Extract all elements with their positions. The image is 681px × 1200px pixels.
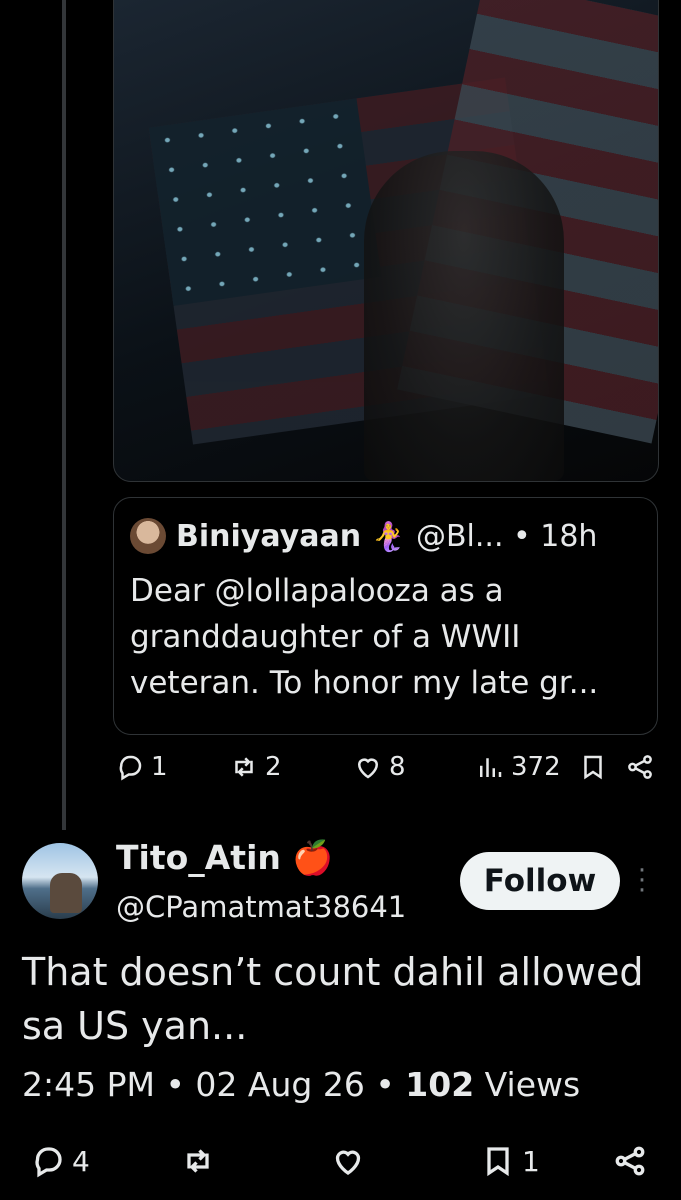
repost-icon <box>235 757 253 777</box>
reply-count: 4 <box>72 1144 90 1178</box>
bookmark-button[interactable]: 1 <box>480 1143 540 1179</box>
avatar[interactable] <box>130 518 166 554</box>
tweet-action-bar: 1 2 8 372 <box>113 752 658 796</box>
heart-icon <box>335 1150 361 1175</box>
tweet-time[interactable]: 2:45 PM <box>22 1065 155 1104</box>
share-button[interactable] <box>625 752 655 782</box>
repost-icon <box>187 1149 209 1173</box>
tweet-views-label: Views <box>484 1065 581 1104</box>
share-button[interactable] <box>612 1143 648 1179</box>
bookmark-icon <box>584 755 602 780</box>
tweet-views-count: 102 <box>405 1065 475 1104</box>
reply-author-name[interactable]: Tito_Atin 🍎 <box>116 838 333 878</box>
quoted-tweet-text: Dear @lollapalooza as a granddaughter of… <box>130 573 599 701</box>
repost-button[interactable]: 2 <box>229 752 282 782</box>
views-icon <box>480 758 502 777</box>
like-count: 8 <box>389 752 406 782</box>
share-icon <box>628 755 652 779</box>
quoted-author-name[interactable]: Biniyayaan <box>176 519 361 554</box>
quoted-tweet-header: Biniyayaan 🧜‍♀️ @Bl... • 18h <box>130 518 597 554</box>
heart-icon <box>357 758 379 779</box>
reply-icon <box>119 755 142 781</box>
reply-button[interactable]: 1 <box>115 752 168 782</box>
reply-count: 1 <box>151 752 168 782</box>
reply-author-name-text[interactable]: Tito_Atin <box>116 838 281 877</box>
quoted-tweet[interactable]: Biniyayaan 🧜‍♀️ @Bl... • 18h Dear @lolla… <box>113 497 658 735</box>
views-count: 372 <box>511 752 561 782</box>
reply-text: That doesn’t count dahil allowed sa US y… <box>22 950 644 1048</box>
tweet-metadata: 2:45 PM • 02 Aug 26 • 102 Views <box>22 1065 581 1104</box>
tweet-media-image[interactable] <box>113 0 659 482</box>
like-button[interactable] <box>330 1143 366 1179</box>
reply-button[interactable]: 4 <box>30 1143 90 1179</box>
bookmark-count: 1 <box>522 1144 540 1178</box>
apple-emoji: 🍎 <box>292 838 334 877</box>
more-options-icon[interactable]: · · · <box>634 858 650 904</box>
person-silhouette <box>364 151 564 481</box>
follow-button[interactable]: Follow <box>460 852 620 910</box>
quoted-author-handle-time: @Bl... • 18h <box>415 518 598 554</box>
thread-line <box>62 0 66 830</box>
repost-button[interactable] <box>180 1143 216 1179</box>
tweet-date[interactable]: 02 Aug 26 <box>195 1065 364 1104</box>
reply-author-handle[interactable]: @CPamatmat38641 <box>116 890 406 924</box>
avatar[interactable] <box>22 843 98 919</box>
views-button[interactable]: 372 <box>475 752 561 782</box>
bookmark-button[interactable] <box>578 752 608 782</box>
repost-count: 2 <box>265 752 282 782</box>
mermaid-emoji: 🧜‍♀️ <box>371 519 406 553</box>
bottom-action-bar: 4 1 <box>0 1143 681 1189</box>
reply-icon <box>35 1147 62 1178</box>
bookmark-icon <box>487 1147 509 1177</box>
like-button[interactable]: 8 <box>353 752 406 782</box>
share-icon <box>615 1146 645 1176</box>
